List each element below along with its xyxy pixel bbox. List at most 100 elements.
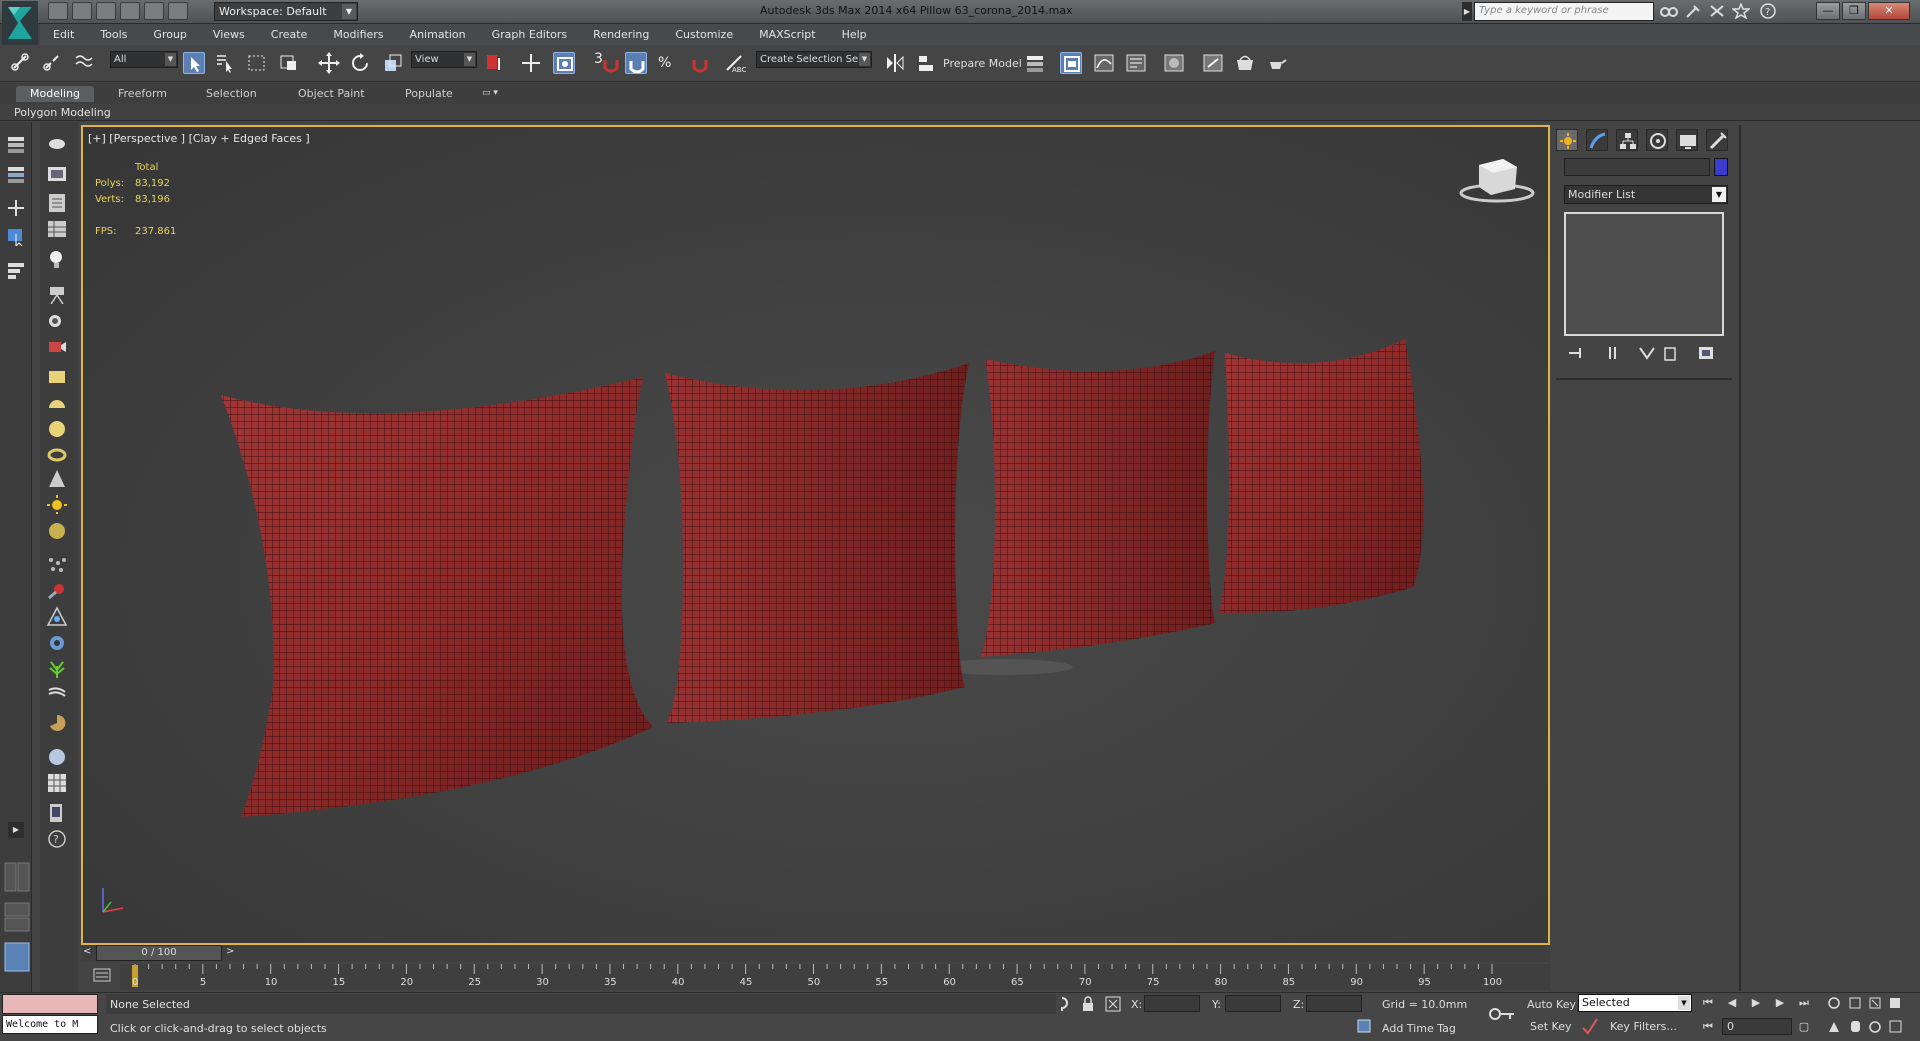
- gear-icon[interactable]: [46, 632, 68, 652]
- hemisphere-primitive-icon[interactable]: [46, 392, 68, 412]
- current-frame-field[interactable]: 0: [1722, 1018, 1792, 1035]
- menu-customize[interactable]: Customize: [675, 28, 733, 41]
- menu-views[interactable]: Views: [213, 28, 245, 41]
- time-configuration-icon[interactable]: ▢: [1796, 1019, 1812, 1035]
- tab-populate[interactable]: Populate: [401, 86, 457, 102]
- box-primitive-icon[interactable]: [46, 366, 68, 386]
- named-selection-dropdown[interactable]: Create Selection Se ▼: [756, 51, 872, 68]
- workspace-dropdown[interactable]: Workspace: Default ▼: [214, 2, 358, 21]
- display-tab-icon[interactable]: [1676, 129, 1698, 151]
- add-plus-icon[interactable]: [6, 198, 28, 218]
- collapse-arrow-icon[interactable]: ▶: [1462, 2, 1472, 21]
- hierarchy-tab-icon[interactable]: [1616, 129, 1638, 151]
- rotate-icon[interactable]: [349, 52, 371, 74]
- schematic-view-icon[interactable]: [1125, 52, 1147, 74]
- project-folder-icon[interactable]: [168, 2, 188, 20]
- select-by-name-icon[interactable]: [214, 52, 236, 74]
- link-icon[interactable]: [10, 52, 32, 74]
- expand-arrow-icon[interactable]: ▶: [8, 822, 24, 838]
- prepare-model-label[interactable]: Prepare Model: [943, 57, 1022, 70]
- zoom-icon[interactable]: [1828, 997, 1840, 1009]
- scale-icon[interactable]: [382, 52, 404, 74]
- layer-manager-icon[interactable]: [1024, 52, 1046, 74]
- isolate-selection-icon[interactable]: [1054, 996, 1070, 1012]
- communication-icon[interactable]: [1708, 3, 1726, 19]
- material-sphere-icon[interactable]: [46, 520, 68, 540]
- object-name-field[interactable]: [1564, 158, 1710, 176]
- selection-filter-dropdown[interactable]: All ▼: [110, 51, 178, 68]
- previous-frame-icon[interactable]: ◀: [1724, 995, 1740, 1011]
- pan-hand-icon[interactable]: [1851, 1021, 1860, 1032]
- tab-object-paint[interactable]: Object Paint: [294, 86, 369, 102]
- close-button[interactable]: ✕: [1868, 2, 1910, 20]
- help-circle-icon[interactable]: ?: [46, 828, 68, 848]
- field-of-view-icon[interactable]: [1829, 1022, 1839, 1032]
- maxscript-listener-field[interactable]: [2, 994, 98, 1014]
- material-editor-icon[interactable]: [1163, 52, 1185, 74]
- pillow-2[interactable]: [665, 363, 969, 723]
- teapot-icon[interactable]: [46, 132, 68, 152]
- menu-edit[interactable]: Edit: [53, 28, 74, 41]
- curve-editor-icon[interactable]: [1093, 52, 1115, 74]
- time-slider-thumb[interactable]: 0 / 100: [96, 945, 222, 961]
- red-sphere-icon[interactable]: [46, 580, 68, 600]
- zoom-all-icon[interactable]: [1849, 997, 1861, 1009]
- foliage-icon[interactable]: [46, 658, 68, 678]
- zoom-extents-icon[interactable]: [1869, 997, 1881, 1009]
- camera-tripod-icon[interactable]: [46, 284, 68, 304]
- mobile-device-icon[interactable]: [46, 802, 68, 822]
- maximize-viewport-icon[interactable]: [1889, 1020, 1902, 1033]
- pillow-1[interactable]: [221, 377, 653, 817]
- undo-icon[interactable]: [120, 2, 140, 20]
- z-coordinate-field[interactable]: [1306, 995, 1362, 1012]
- hair-fur-icon[interactable]: [46, 684, 68, 704]
- layer-list-icon[interactable]: [6, 260, 28, 280]
- render-production-teapot-icon[interactable]: [1266, 52, 1288, 74]
- align-icon[interactable]: [916, 52, 938, 74]
- restore-button[interactable]: ❐: [1842, 2, 1866, 20]
- menu-maxscript[interactable]: MAXScript: [759, 28, 815, 41]
- selection-lock-icon[interactable]: [1080, 996, 1096, 1012]
- sun-light-icon[interactable]: [46, 494, 68, 514]
- bind-space-warp-icon[interactable]: [74, 52, 96, 74]
- go-to-end-icon[interactable]: ⏭: [1796, 995, 1812, 1011]
- show-end-result-icon[interactable]: [1603, 344, 1623, 362]
- tab-selection[interactable]: Selection: [202, 86, 261, 102]
- tab-freeform[interactable]: Freeform: [114, 86, 171, 102]
- render-sphere-icon[interactable]: [46, 746, 68, 766]
- rectangular-selection-icon[interactable]: [246, 52, 268, 74]
- reactor-icon[interactable]: [46, 606, 68, 626]
- app-logo-icon[interactable]: [2, 1, 38, 45]
- modifier-stack-list[interactable]: [1564, 212, 1724, 336]
- torus-primitive-icon[interactable]: [46, 444, 68, 464]
- open-file-icon[interactable]: [72, 2, 92, 20]
- redo-icon[interactable]: [144, 2, 164, 20]
- image-icon[interactable]: [46, 164, 68, 184]
- maxscript-welcome-field[interactable]: Welcome to M: [2, 1015, 98, 1034]
- shell-icon[interactable]: [46, 712, 68, 732]
- pillows-mesh[interactable]: [83, 127, 1550, 945]
- grid-objects-icon[interactable]: [46, 772, 68, 792]
- key-icon[interactable]: [1488, 1004, 1516, 1024]
- scene-explorer-layers-icon[interactable]: [6, 134, 28, 154]
- y-coordinate-field[interactable]: [1225, 995, 1281, 1012]
- grid-table-icon[interactable]: [46, 218, 68, 238]
- spinner-snap-icon[interactable]: [689, 52, 711, 74]
- key-mode-dropdown[interactable]: Selected ▼: [1578, 994, 1692, 1012]
- modify-tab-icon[interactable]: [1586, 129, 1608, 151]
- tools-icon[interactable]: [1684, 3, 1702, 19]
- select-manipulate-icon[interactable]: [520, 52, 542, 74]
- tab-modeling[interactable]: Modeling: [16, 86, 95, 102]
- select-highlight-icon[interactable]: [6, 226, 28, 246]
- select-object-icon[interactable]: [183, 52, 205, 74]
- menu-modifiers[interactable]: Modifiers: [333, 28, 383, 41]
- unlink-icon[interactable]: [42, 52, 64, 74]
- viewcube-icon[interactable]: [1457, 155, 1537, 205]
- binoculars-icon[interactable]: [1660, 3, 1678, 19]
- menu-animation[interactable]: Animation: [410, 28, 466, 41]
- pillow-3[interactable]: [981, 351, 1215, 657]
- time-slider-track[interactable]: [81, 945, 1550, 962]
- camera-icon[interactable]: [46, 310, 68, 330]
- menu-rendering[interactable]: Rendering: [593, 28, 649, 41]
- percent-snap-icon[interactable]: %: [656, 52, 678, 74]
